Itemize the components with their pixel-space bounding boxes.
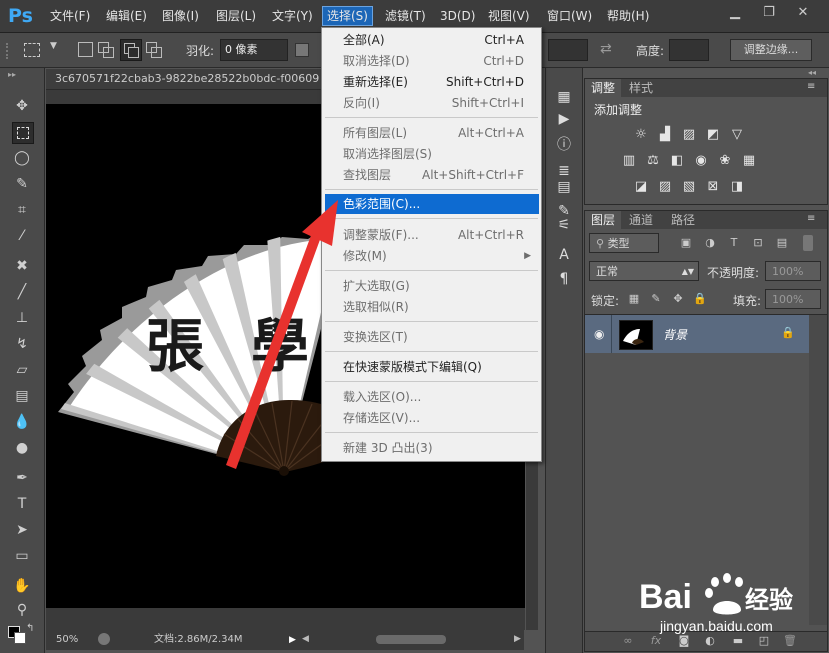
arrow-shaft <box>226 222 325 469</box>
arrow-head <box>302 200 338 246</box>
svg-text:Bai: Bai <box>639 578 692 616</box>
svg-text:经验: 经验 <box>745 586 793 614</box>
paw-icon <box>705 573 743 615</box>
baidu-watermark-logo: Bai 经验 <box>639 573 793 616</box>
watermark-url: jingyan.baidu.com <box>660 618 773 634</box>
annotation-arrow <box>226 200 338 469</box>
